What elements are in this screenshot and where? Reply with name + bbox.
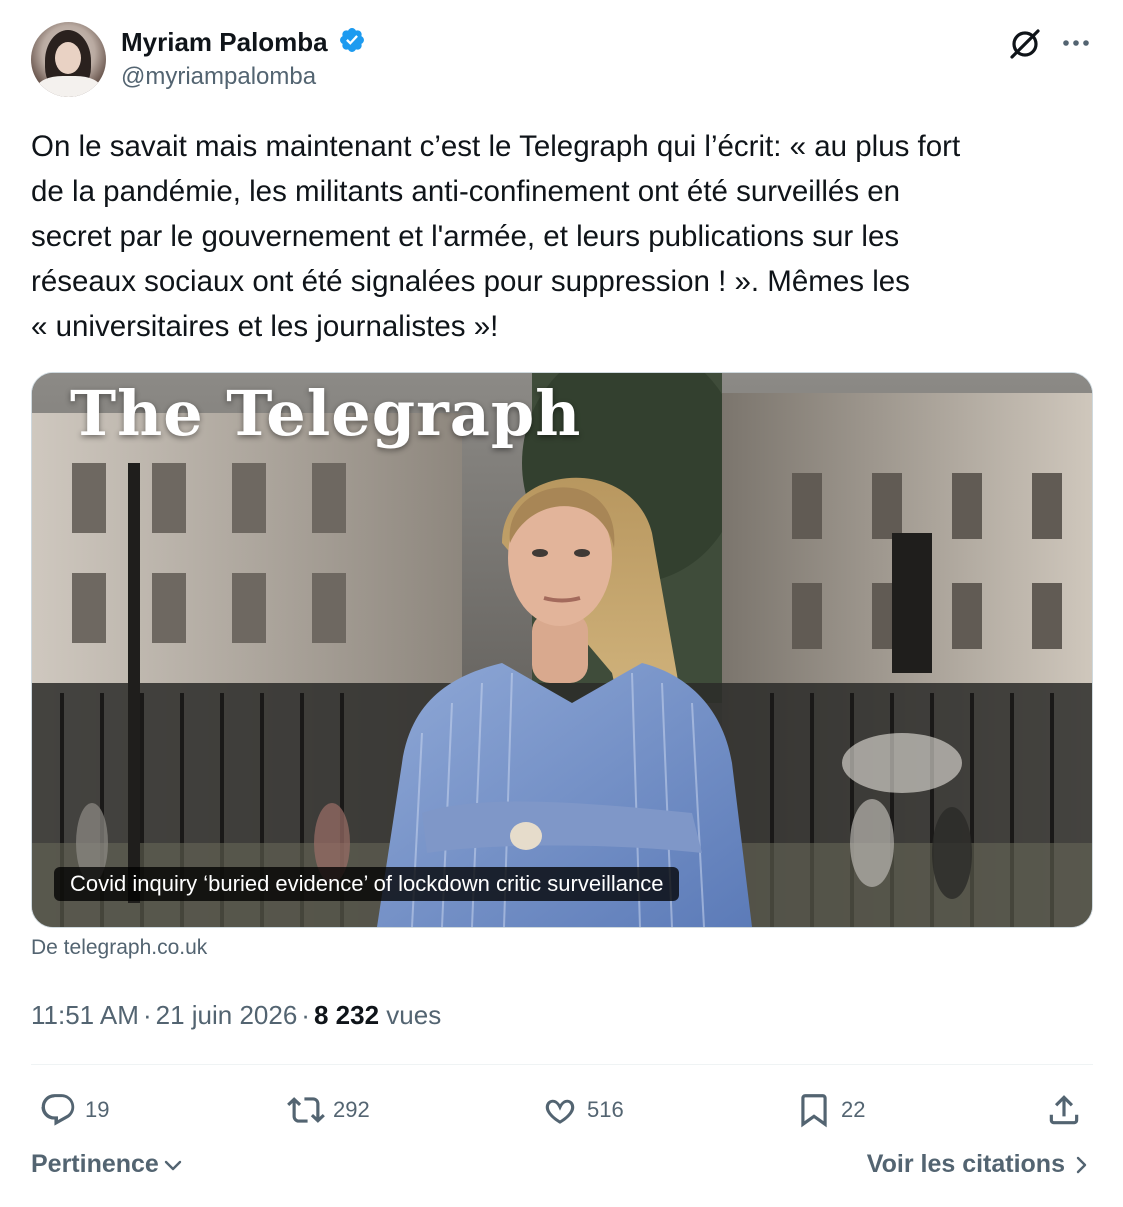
action-bar: 19 292 516 22 bbox=[31, 1086, 1093, 1134]
like-count: 516 bbox=[587, 1097, 624, 1122]
chevron-down-icon bbox=[164, 1160, 182, 1170]
tweet-time[interactable]: 11:51 AM bbox=[31, 1000, 139, 1030]
card-source-link[interactable]: De telegraph.co.uk bbox=[31, 936, 207, 960]
views-label: vues bbox=[386, 1000, 442, 1030]
meta-separator: · bbox=[301, 1000, 310, 1030]
view-quotes-link[interactable]: Voir les citations bbox=[867, 1150, 1093, 1179]
share-button[interactable] bbox=[1045, 1086, 1091, 1134]
share-icon bbox=[1049, 1095, 1079, 1125]
heart-icon bbox=[545, 1099, 575, 1124]
avatar[interactable] bbox=[31, 22, 106, 97]
card-title: Covid inquiry ‘buried evidence’ of lockd… bbox=[54, 867, 680, 901]
divider bbox=[31, 1064, 1093, 1065]
reply-count: 19 bbox=[85, 1097, 110, 1122]
author-display-name[interactable]: Myriam Palomba bbox=[121, 26, 328, 58]
bookmark-icon bbox=[801, 1094, 827, 1128]
tweet-meta: 11:51 AM · 21 juin 2026 · 8 232 vues bbox=[31, 998, 441, 1032]
sort-dropdown[interactable]: Pertinence bbox=[31, 1150, 185, 1179]
article-photo bbox=[32, 373, 1092, 927]
link-card[interactable]: The Telegraph Covid inquiry ‘buried evid… bbox=[31, 372, 1093, 928]
quotes-label: Voir les citations bbox=[866, 1150, 1065, 1178]
retweet-button[interactable]: 292 bbox=[287, 1086, 370, 1134]
views-count: 8 232 bbox=[313, 1000, 380, 1030]
avatar-shirt bbox=[37, 76, 101, 97]
reply-button[interactable]: 19 bbox=[39, 1086, 109, 1134]
reply-icon bbox=[41, 1094, 75, 1126]
avatar-face bbox=[55, 42, 81, 74]
verified-badge-icon bbox=[340, 28, 365, 52]
bookmark-button[interactable]: 22 bbox=[795, 1086, 865, 1134]
retweet-count: 292 bbox=[333, 1097, 370, 1122]
chevron-right-icon bbox=[1076, 1156, 1087, 1173]
author-handle[interactable]: @myriampalomba bbox=[121, 60, 366, 94]
more-options-icon[interactable] bbox=[1059, 28, 1093, 58]
tweet-header: Myriam Palomba @myriampalomba bbox=[31, 22, 1093, 98]
telegraph-masthead-logo: The Telegraph bbox=[70, 377, 582, 450]
bookmark-count: 22 bbox=[841, 1097, 866, 1122]
tweet-text: On le savait mais maintenant c’est le Te… bbox=[31, 130, 961, 343]
sort-label: Pertinence bbox=[31, 1150, 159, 1178]
retweet-icon bbox=[287, 1097, 325, 1123]
grok-icon[interactable] bbox=[1007, 26, 1043, 62]
replies-footer: Pertinence Voir les citations bbox=[31, 1150, 1093, 1190]
meta-separator: · bbox=[142, 1000, 152, 1030]
tweet-date[interactable]: 21 juin 2026 bbox=[156, 1000, 298, 1030]
like-button[interactable]: 516 bbox=[541, 1086, 624, 1134]
author-block: Myriam Palomba @myriampalomba bbox=[121, 26, 366, 94]
